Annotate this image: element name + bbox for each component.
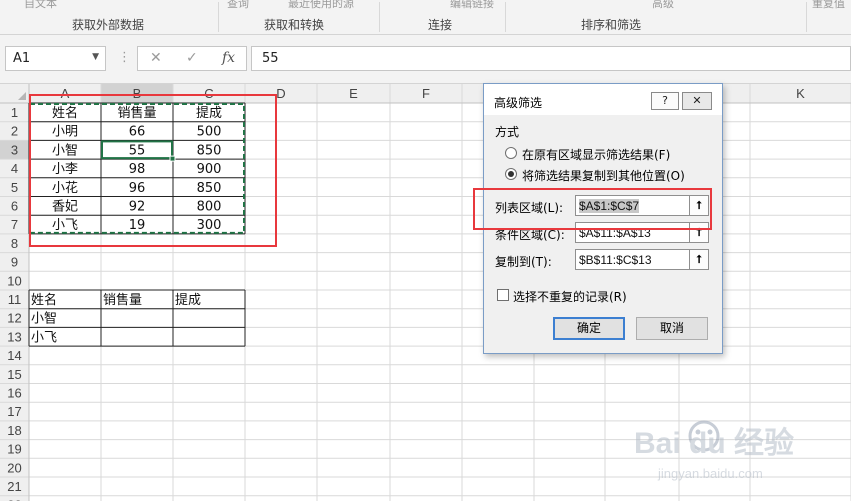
radio-copy-to-location[interactable] <box>505 168 517 180</box>
unique-records-checkbox[interactable] <box>497 289 509 301</box>
column-header-f[interactable]: F <box>422 86 430 101</box>
criteria-header-cell[interactable]: 销售量 <box>103 292 142 308</box>
ribbon-from-text[interactable]: 自文本 <box>24 0 57 11</box>
cancel-button[interactable]: 取消 <box>636 317 708 340</box>
unique-records-label[interactable]: 选择不重复的记录(R) <box>513 288 627 305</box>
row-header-19[interactable]: 19 <box>7 442 21 457</box>
ribbon-duplicates[interactable]: 重复值 <box>812 0 845 11</box>
row-header-4[interactable]: 4 <box>11 161 18 176</box>
row-header-17[interactable]: 17 <box>7 404 21 419</box>
excel-window: 自文本 查询 最近使用的源 编辑链接 高级 重复值 获取外部数据 获取和转换 连… <box>0 0 851 501</box>
group-get-external-data: 获取外部数据 <box>72 18 145 32</box>
ribbon-query[interactable]: 查询 <box>227 0 249 11</box>
highlight-list-range <box>473 188 712 230</box>
row-header-3[interactable]: 3 <box>11 142 18 157</box>
cancel-icon[interactable]: ✕ <box>150 50 162 66</box>
row-header-8[interactable]: 8 <box>11 236 18 251</box>
group-get-transform: 获取和转换 <box>264 18 325 32</box>
collapse-dialog-icon[interactable]: ⭡ <box>689 249 709 270</box>
row-header-2[interactable]: 2 <box>11 124 18 139</box>
check-icon[interactable]: ✓ <box>186 50 198 66</box>
copy-to-input[interactable]: $B$11:$C$13 <box>575 249 692 270</box>
baidu-jingyan-watermark-icon: Bai du 经验 jingyan.baidu.com <box>634 420 794 481</box>
name-box-value: A1 <box>13 51 31 66</box>
radio-filter-in-place[interactable] <box>505 147 517 159</box>
ribbon-separator <box>218 2 219 32</box>
column-header-e[interactable]: E <box>349 86 358 101</box>
row-header-14[interactable]: 14 <box>7 348 21 363</box>
row-header-10[interactable]: 10 <box>7 273 21 288</box>
row-header-18[interactable]: 18 <box>7 423 21 438</box>
copy-to-label: 复制到(T): <box>495 255 552 269</box>
column-header-d[interactable]: D <box>276 86 285 101</box>
criteria-header-cell[interactable]: 提成 <box>175 292 201 308</box>
group-connections: 连接 <box>428 18 453 32</box>
ribbon-recent-sources[interactable]: 最近使用的源 <box>288 0 354 11</box>
radio-copy-to-location-label[interactable]: 将筛选结果复制到其他位置(O) <box>522 167 685 184</box>
name-box[interactable]: A1 ▼ <box>5 46 106 71</box>
formula-bar: A1 ▼ ⋮ ✕ ✓ fx 55 <box>0 35 851 84</box>
ribbon-advanced[interactable]: 高级 <box>652 0 674 11</box>
mode-label: 方式 <box>495 125 520 139</box>
ribbon: 自文本 查询 最近使用的源 编辑链接 高级 重复值 获取外部数据 获取和转换 连… <box>0 0 851 35</box>
ok-button[interactable]: 确定 <box>553 317 625 340</box>
watermark-url: jingyan.baidu.com <box>657 466 763 481</box>
row-header-1[interactable]: 1 <box>11 105 18 120</box>
ribbon-edit-links[interactable]: 编辑链接 <box>450 0 494 11</box>
ribbon-separator <box>806 2 807 32</box>
formula-input[interactable]: 55 <box>251 46 851 71</box>
criteria-cell[interactable]: 小智 <box>31 312 57 327</box>
criteria-header-cell[interactable]: 姓名 <box>31 292 57 308</box>
row-header-15[interactable]: 15 <box>7 367 21 382</box>
row-header-13[interactable]: 13 <box>7 329 21 344</box>
ribbon-separator <box>505 2 506 32</box>
insert-function-icon[interactable]: fx <box>222 50 235 66</box>
dialog-title-bar[interactable]: 高级筛选 ? ✕ <box>484 84 722 115</box>
criteria-cell[interactable]: 小飞 <box>31 330 57 345</box>
row-header-21[interactable]: 21 <box>7 479 21 494</box>
row-header-11[interactable]: 11 <box>8 292 22 307</box>
row-header-6[interactable]: 6 <box>11 199 18 214</box>
dialog-title: 高级筛选 <box>494 96 543 110</box>
radio-filter-in-place-label[interactable]: 在原有区域显示筛选结果(F) <box>522 146 670 163</box>
highlight-source-range <box>29 94 277 247</box>
row-header-20[interactable]: 20 <box>7 460 21 475</box>
row-header-5[interactable]: 5 <box>11 180 18 195</box>
ribbon-separator <box>379 2 380 32</box>
chevron-down-icon[interactable]: ▼ <box>92 52 99 62</box>
row-header-9[interactable]: 9 <box>11 255 18 270</box>
row-header-7[interactable]: 7 <box>11 217 18 232</box>
formula-buttons: ✕ ✓ fx <box>137 46 247 71</box>
group-sort-filter: 排序和筛选 <box>581 18 642 32</box>
close-button[interactable]: ✕ <box>682 92 712 110</box>
watermark-brand: Bai du 经验 <box>634 426 794 460</box>
row-header-16[interactable]: 16 <box>7 386 21 401</box>
resize-handle-icon[interactable]: ⋮ <box>118 50 131 65</box>
row-header-12[interactable]: 12 <box>7 311 21 326</box>
help-button[interactable]: ? <box>651 92 679 110</box>
column-header-k[interactable]: K <box>796 86 805 101</box>
